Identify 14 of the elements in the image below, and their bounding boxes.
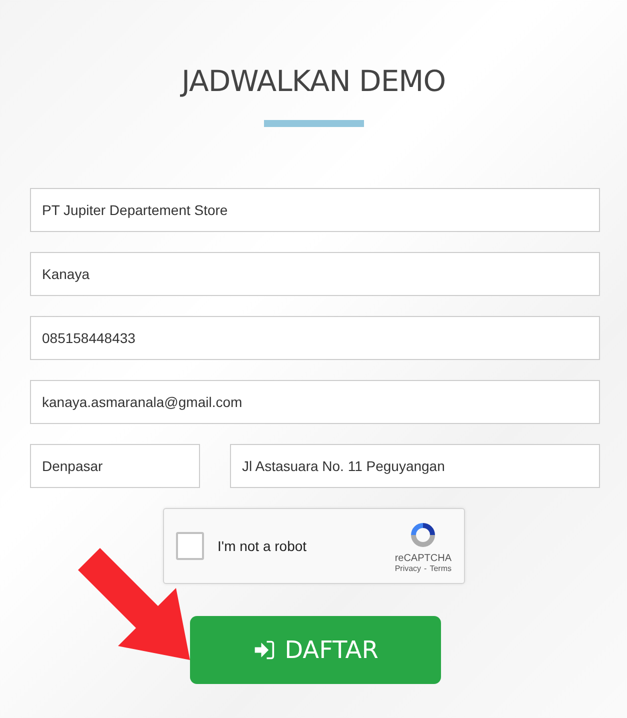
privacy-link[interactable]: Privacy bbox=[394, 564, 422, 573]
input-field[interactable]: 085158448433 bbox=[30, 316, 600, 360]
captcha-label: I'm not a robot bbox=[218, 538, 308, 554]
input-field[interactable]: Kanaya bbox=[30, 252, 600, 296]
input-field[interactable]: Denpasar bbox=[30, 444, 200, 488]
input-field[interactable]: PT Jupiter Departement Store bbox=[30, 188, 600, 232]
input-field[interactable]: kanaya.asmaranala@gmail.com bbox=[30, 380, 600, 424]
captcha-brand: reCAPTCHA bbox=[394, 553, 452, 564]
form-title: JADWALKAN DEMO bbox=[181, 64, 446, 98]
link-separator: - bbox=[424, 564, 427, 573]
sign-in-icon bbox=[252, 639, 275, 661]
captcha-checkbox[interactable] bbox=[176, 532, 204, 560]
terms-link[interactable]: Terms bbox=[430, 564, 452, 573]
input-field[interactable]: Jl Astasuara No. 11 Peguyangan bbox=[230, 444, 600, 488]
